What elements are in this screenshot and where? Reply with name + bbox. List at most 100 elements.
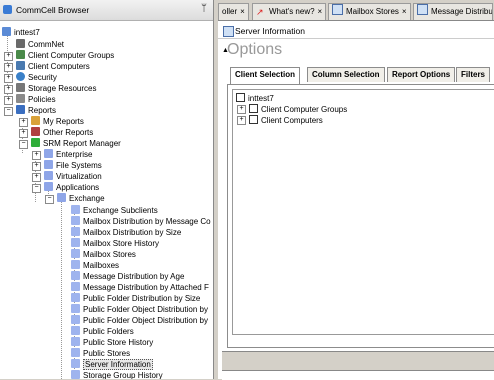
collapse-toggle[interactable]: − xyxy=(19,140,28,149)
checkbox[interactable] xyxy=(249,115,258,124)
expand-toggle[interactable]: + xyxy=(32,173,41,182)
collapse-toggle[interactable]: − xyxy=(45,195,54,204)
tree-node-reports[interactable]: Reports xyxy=(16,105,56,116)
tree-node-report[interactable]: Public Folders xyxy=(71,326,134,337)
tree-node-label: My Reports xyxy=(43,117,84,126)
expand-toggle[interactable]: + xyxy=(4,74,13,83)
tree-node-report[interactable]: Mailbox Stores xyxy=(71,249,136,260)
checkbox[interactable] xyxy=(236,93,245,102)
tab-label: Mailbox Stores xyxy=(346,7,399,16)
tree-node-virtualization[interactable]: Virtualization xyxy=(44,171,102,182)
tree-node-policies[interactable]: Policies xyxy=(16,94,56,105)
tree-node-label: Reports xyxy=(28,106,57,115)
report-title: Server Information xyxy=(235,26,305,36)
tree-node-label: Server Information xyxy=(83,359,153,370)
collapse-toggle[interactable]: − xyxy=(4,107,13,116)
tree-node-report[interactable]: Mailbox Distribution by Size xyxy=(71,227,181,238)
close-icon[interactable]: × xyxy=(318,7,323,16)
selection-node-label: Client Computer Groups xyxy=(261,105,348,114)
tree-node-label: Public Store History xyxy=(83,338,154,347)
expand-toggle[interactable]: + xyxy=(237,116,246,125)
tab-controller[interactable]: oller × xyxy=(218,3,249,20)
tree-node-report-selected[interactable]: Server Information xyxy=(71,359,153,370)
expand-toggle[interactable]: + xyxy=(237,105,246,114)
tree-node-label: Public Folder Distribution by Size xyxy=(83,294,201,303)
selection-node-label: Client Computers xyxy=(261,116,323,125)
checkbox[interactable] xyxy=(249,104,258,113)
tab-report-options[interactable]: Report Options xyxy=(387,67,456,82)
tree-node-report[interactable]: Public Store History xyxy=(71,337,153,348)
tree-node-label: Client Computers xyxy=(28,62,90,71)
commcell-tree: inttest7 CommNet + Client Computer Group… xyxy=(0,21,213,379)
tree-node-storage-resources[interactable]: Storage Resources xyxy=(16,83,96,94)
tab-column-selection[interactable]: Column Selection xyxy=(307,67,385,82)
tab-client-selection[interactable]: Client Selection xyxy=(230,67,301,84)
tree-node-commcell[interactable]: inttest7 xyxy=(2,27,40,38)
tree-node-label: File Systems xyxy=(56,161,102,170)
tree-node-report[interactable]: Public Folder Distribution by Size xyxy=(71,293,200,304)
policies-icon xyxy=(16,94,25,103)
tree-node-label: Client Computer Groups xyxy=(28,51,115,60)
expand-toggle[interactable]: + xyxy=(32,151,41,160)
tree-node-label: Public Folder Object Distribution by xyxy=(83,305,208,314)
tree-node-report[interactable]: Storage Group History xyxy=(71,370,163,379)
close-icon[interactable]: × xyxy=(240,7,245,16)
tree-node-file-systems[interactable]: File Systems xyxy=(44,160,102,171)
tree-node-commnet[interactable]: CommNet xyxy=(16,39,64,50)
selection-node-commcell[interactable]: inttest7 xyxy=(236,93,274,104)
tree-node-report[interactable]: Public Stores xyxy=(71,348,130,359)
tab-mailbox-stores[interactable]: Mailbox Stores × xyxy=(328,3,411,20)
tab-label: Message Distribut xyxy=(431,7,493,16)
tree-node-report[interactable]: Mailboxes xyxy=(71,260,119,271)
commnet-icon xyxy=(16,39,25,48)
tree-node-report[interactable]: Exchange Subclients xyxy=(71,205,158,216)
tree-node-applications[interactable]: Applications xyxy=(44,182,99,193)
expand-toggle[interactable]: + xyxy=(4,63,13,72)
selection-node-client-computers[interactable]: Client Computers xyxy=(249,115,323,126)
commcell-icon xyxy=(2,27,11,36)
selection-node-label: inttest7 xyxy=(248,94,274,103)
tab-whats-new[interactable]: ↗ What's new? × xyxy=(252,3,327,20)
expand-toggle[interactable]: + xyxy=(19,129,28,138)
expand-toggle[interactable]: + xyxy=(4,52,13,61)
commcell-browser-panel: CommCell Browser ᛘ inttest7 CommNet + Cl… xyxy=(0,0,214,379)
tree-node-exchange[interactable]: Exchange xyxy=(57,193,105,204)
tree-node-srm-report-manager[interactable]: SRM Report Manager xyxy=(31,138,121,149)
tree-node-my-reports[interactable]: My Reports xyxy=(31,116,84,127)
expand-toggle[interactable]: + xyxy=(4,96,13,105)
expand-toggle[interactable]: + xyxy=(32,162,41,171)
report-icon xyxy=(71,238,80,247)
collapse-toggle[interactable]: − xyxy=(32,184,41,193)
tree-node-client-computer-groups[interactable]: Client Computer Groups xyxy=(16,50,114,61)
close-icon[interactable]: × xyxy=(402,7,407,16)
tree-node-report[interactable]: Mailbox Distribution by Message Co xyxy=(71,216,211,227)
tree-node-report[interactable]: Public Folder Object Distribution by xyxy=(71,304,208,315)
report-icon xyxy=(71,293,80,302)
tree-node-report[interactable]: Mailbox Store History xyxy=(71,238,159,249)
tab-filters[interactable]: Filters xyxy=(456,67,491,82)
tree-node-label: Enterprise xyxy=(56,150,93,159)
report-icon xyxy=(71,326,80,335)
tree-node-enterprise[interactable]: Enterprise xyxy=(44,149,92,160)
report-icon xyxy=(71,282,80,291)
tree-node-other-reports[interactable]: Other Reports xyxy=(31,127,93,138)
expand-toggle[interactable]: + xyxy=(4,85,13,94)
security-icon xyxy=(16,72,25,81)
selection-node-client-computer-groups[interactable]: Client Computer Groups xyxy=(249,104,347,115)
reports-icon xyxy=(16,105,25,114)
tree-node-label: Exchange Subclients xyxy=(83,206,158,215)
tree-node-label: Virtualization xyxy=(56,172,102,181)
expand-toggle[interactable]: + xyxy=(19,118,28,127)
report-icon xyxy=(332,4,343,15)
tree-node-report[interactable]: Message Distribution by Attached F xyxy=(71,282,209,293)
my-reports-icon xyxy=(31,116,40,125)
tree-node-report[interactable]: Message Distribution by Age xyxy=(71,271,184,282)
tree-node-report[interactable]: Public Folder Object Distribution by xyxy=(71,315,208,326)
tree-node-label: Mailbox Distribution by Size xyxy=(83,228,182,237)
tree-node-client-computers[interactable]: Client Computers xyxy=(16,61,90,72)
tab-message-distribution[interactable]: Message Distribut xyxy=(413,3,493,20)
pin-icon[interactable]: ᛘ xyxy=(201,3,207,14)
tree-node-label: Other Reports xyxy=(43,128,94,137)
tree-node-security[interactable]: Security xyxy=(16,72,57,83)
tree-node-label: Applications xyxy=(56,183,100,192)
